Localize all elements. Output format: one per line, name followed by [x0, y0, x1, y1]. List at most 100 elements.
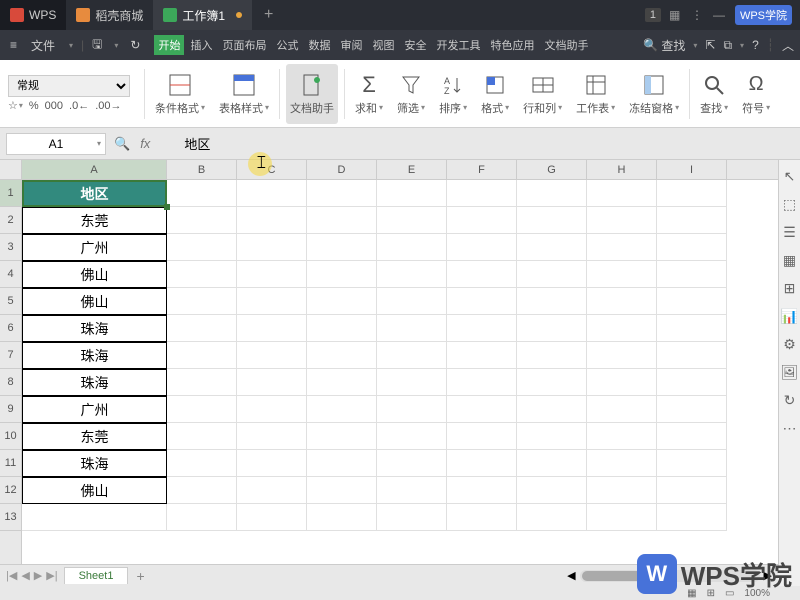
col-header-A[interactable]: A	[22, 160, 167, 179]
currency-button[interactable]: ☆▾	[8, 99, 23, 112]
settings-icon[interactable]: ☰	[782, 224, 798, 240]
menu-tab-insert[interactable]: 插入	[186, 35, 216, 55]
menu-tab-view[interactable]: 视图	[368, 35, 398, 55]
cell-B1[interactable]	[167, 180, 237, 207]
scroll-left-icon[interactable]: ◀	[567, 569, 575, 582]
notification-badge[interactable]: 1	[645, 8, 661, 22]
doc-assist-button[interactable]: 文档助手	[286, 64, 338, 124]
format-button[interactable]: 格式▾	[477, 64, 513, 124]
app-tab-wps[interactable]: WPS	[0, 0, 66, 30]
minimize-icon[interactable]: —	[713, 8, 727, 22]
symbol-button[interactable]: Ω 符号▾	[738, 64, 774, 124]
menu-tab-security[interactable]: 安全	[400, 35, 430, 55]
cell-A6[interactable]: 珠海	[22, 315, 167, 342]
worksheet-button[interactable]: 工作表▾	[572, 64, 619, 124]
sheet-first-icon[interactable]: |◀	[6, 569, 17, 582]
save-icon[interactable]: 🖫	[88, 33, 106, 58]
file-menu[interactable]: 文件	[25, 37, 61, 54]
row-header-1[interactable]: 1	[0, 180, 21, 207]
row-header-13[interactable]: 13	[0, 504, 21, 531]
link-icon[interactable]: ⚙	[782, 336, 798, 352]
cell-A9[interactable]: 广州	[22, 396, 167, 423]
save-dropdown-icon[interactable]: ▾	[110, 39, 122, 52]
row-header-11[interactable]: 11	[0, 450, 21, 477]
find-button[interactable]: 查找▾	[696, 64, 732, 124]
row-header-10[interactable]: 10	[0, 423, 21, 450]
cell-A12[interactable]: 佛山	[22, 477, 167, 504]
name-box[interactable]: A1 ▾	[6, 133, 106, 155]
file-dropdown-icon[interactable]: ▾	[65, 39, 77, 52]
formula-input[interactable]: 地区	[158, 134, 794, 153]
sort-button[interactable]: AZ 排序▾	[435, 64, 471, 124]
sheet-next-icon[interactable]: ▶	[34, 569, 42, 582]
row-header-4[interactable]: 4	[0, 261, 21, 288]
search-dropdown-icon[interactable]: ▾	[693, 41, 697, 50]
rowcol-button[interactable]: 行和列▾	[519, 64, 566, 124]
cell-A13[interactable]	[22, 504, 167, 531]
cell-A7[interactable]: 珠海	[22, 342, 167, 369]
cond-format-button[interactable]: 条件格式▾	[151, 64, 209, 124]
cursor-icon[interactable]: ↖	[782, 168, 798, 184]
row-header-3[interactable]: 3	[0, 234, 21, 261]
col-header-I[interactable]: I	[657, 160, 727, 179]
col-header-B[interactable]: B	[167, 160, 237, 179]
window-dropdown-icon[interactable]: ▾	[740, 41, 744, 50]
filter-button[interactable]: 筛选▾	[393, 64, 429, 124]
row-header-9[interactable]: 9	[0, 396, 21, 423]
col-header-C[interactable]: C	[237, 160, 307, 179]
chart-icon[interactable]: 📊	[782, 308, 798, 324]
menu-icon[interactable]: ⋮	[691, 8, 705, 22]
row-header-8[interactable]: 8	[0, 369, 21, 396]
add-sheet-button[interactable]: +	[128, 568, 152, 584]
row-header-2[interactable]: 2	[0, 207, 21, 234]
menu-tab-layout[interactable]: 页面布局	[218, 35, 270, 55]
row-header-5[interactable]: 5	[0, 288, 21, 315]
menu-tab-data[interactable]: 数据	[304, 35, 334, 55]
more-icon[interactable]: ⋯	[782, 420, 798, 436]
menu-tab-docassist[interactable]: 文档助手	[540, 35, 592, 55]
grid-view-icon[interactable]: ⊞	[782, 280, 798, 296]
comma-button[interactable]: 000	[45, 100, 63, 112]
grid-icon[interactable]: ▦	[669, 8, 683, 22]
select-icon[interactable]: ⬚	[782, 196, 798, 212]
cell-A11[interactable]: 珠海	[22, 450, 167, 477]
sum-button[interactable]: Σ 求和▾	[351, 64, 387, 124]
fill-handle[interactable]	[164, 204, 170, 210]
menu-tab-formula[interactable]: 公式	[272, 35, 302, 55]
share-icon[interactable]: ⇱	[705, 38, 715, 52]
cell-A2[interactable]: 东莞	[22, 207, 167, 234]
app-tab-workbook[interactable]: 工作簿1	[153, 0, 252, 30]
collapse-ribbon-icon[interactable]: ︿	[782, 37, 794, 54]
menu-tab-review[interactable]: 审阅	[336, 35, 366, 55]
cell-A1[interactable]: 地区	[22, 180, 167, 207]
col-header-D[interactable]: D	[307, 160, 377, 179]
menu-tab-devtools[interactable]: 开发工具	[432, 35, 484, 55]
sheet-prev-icon[interactable]: ◀	[21, 569, 29, 582]
hscroll-thumb[interactable]	[582, 571, 642, 581]
zoom-icon[interactable]: 🔍	[114, 136, 130, 152]
help-icon[interactable]: ?	[752, 38, 759, 52]
row-header-7[interactable]: 7	[0, 342, 21, 369]
fx-label[interactable]: fx	[140, 136, 150, 151]
sheet-tab-1[interactable]: Sheet1	[64, 567, 129, 584]
search-box[interactable]: 🔍 查找	[643, 37, 685, 54]
row-header-12[interactable]: 12	[0, 477, 21, 504]
add-tab-button[interactable]: +	[252, 6, 285, 24]
menu-tab-special[interactable]: 特色应用	[486, 35, 538, 55]
inc-decimal-button[interactable]: .0←	[69, 100, 89, 112]
table-icon[interactable]: ▦	[782, 252, 798, 268]
col-header-G[interactable]: G	[517, 160, 587, 179]
select-all-corner[interactable]	[0, 160, 22, 179]
table-style-button[interactable]: 表格样式▾	[215, 64, 273, 124]
menu-tab-start[interactable]: 开始	[154, 35, 184, 55]
sheet-last-icon[interactable]: ▶|	[46, 569, 57, 582]
number-format-select[interactable]: 常规	[8, 75, 130, 97]
dec-decimal-button[interactable]: .00→	[95, 100, 121, 112]
freeze-button[interactable]: 冻结窗格▾	[625, 64, 683, 124]
row-header-6[interactable]: 6	[0, 315, 21, 342]
redo-icon[interactable]: ↻	[126, 36, 144, 54]
cells-area[interactable]: 地区 东莞 广州 佛山 佛山 珠海 珠海 珠海 广州 东莞 珠海 佛山	[22, 180, 778, 572]
col-header-H[interactable]: H	[587, 160, 657, 179]
backup-icon[interactable]: ↻	[782, 392, 798, 408]
wps-academy-button[interactable]: WPS学院	[735, 5, 792, 25]
